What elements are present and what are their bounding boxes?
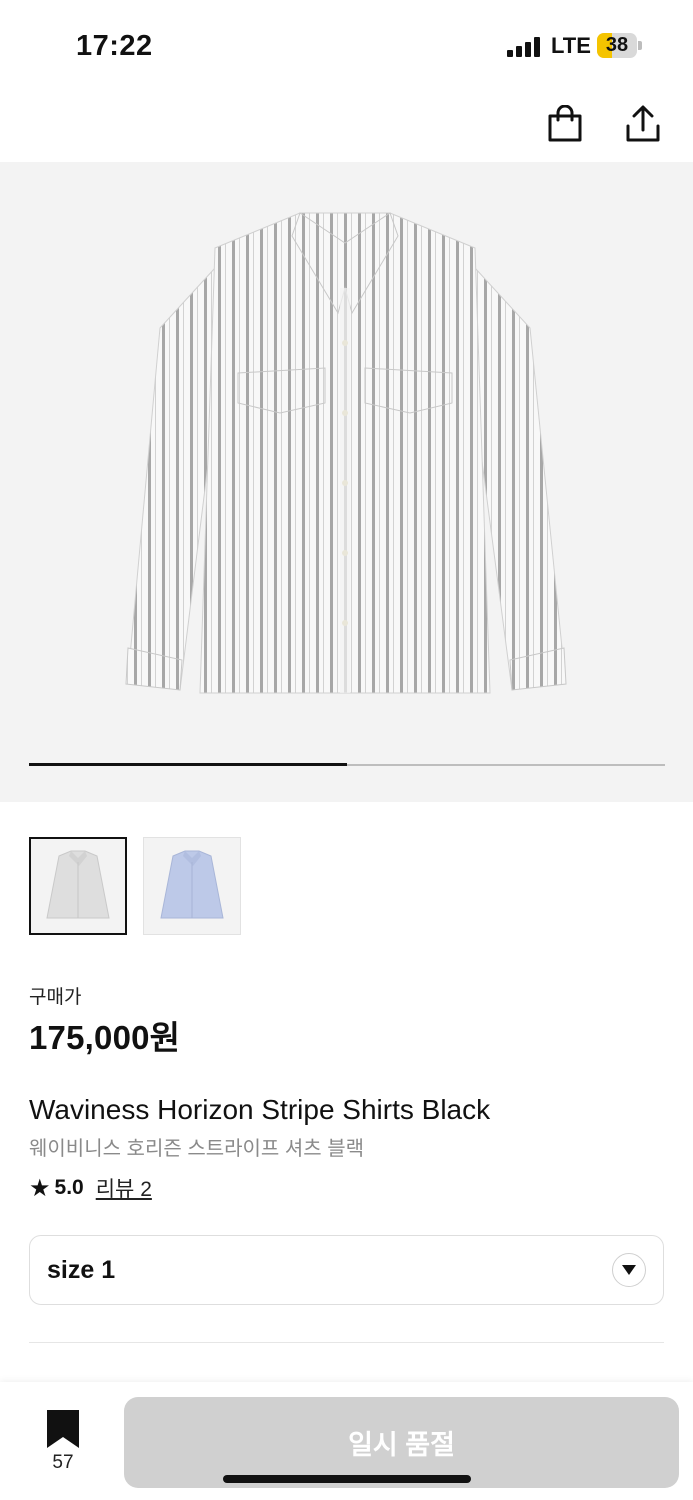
battery-icon: 38 [597,33,643,58]
product-image-gallery[interactable] [0,162,693,802]
price-label: 구매가 [29,987,82,1008]
share-button[interactable] [619,100,667,148]
rating: ★ 5.0 리뷰 2 [29,1173,152,1203]
star-icon: ★ [29,1174,51,1202]
product-name-ko: 웨이비니스 호리즌 스트라이프 셔츠 블랙 [29,1138,365,1160]
network-type: LTE [551,33,591,58]
cart-button[interactable] [541,100,589,148]
thumbnail-black-stripe[interactable] [29,837,127,935]
divider [29,1342,664,1343]
top-nav [0,90,693,162]
bookmark-button[interactable]: 57 [30,1410,96,1480]
review-link[interactable]: 리뷰 2 [96,1173,152,1203]
shirt-thumbnail-image [160,850,224,919]
shirt-thumbnail-image [46,850,110,919]
battery-percent: 38 [605,34,629,56]
size-select-value: size 1 [47,1256,116,1284]
share-icon [626,105,660,142]
thumbnail-blue-stripe[interactable] [143,837,241,935]
bookmark-icon [47,1410,79,1448]
product-image [125,212,567,694]
gallery-progress-fill [29,763,347,766]
product-name-en: Waviness Horizon Stripe Shirts Black [29,1094,491,1125]
signal-icon [507,37,543,57]
status-bar: 17:22 LTE 38 [0,0,693,90]
status-time: 17:22 [76,30,153,62]
home-indicator [223,1475,471,1483]
size-select[interactable]: size 1 [29,1235,664,1305]
gallery-progress [29,763,665,766]
price-value: 175,000원 [29,1019,181,1056]
chevron-down-icon [612,1253,646,1287]
shopping-bag-icon [548,105,582,142]
bookmark-count: 57 [52,1452,74,1473]
rating-score: 5.0 [54,1176,84,1199]
